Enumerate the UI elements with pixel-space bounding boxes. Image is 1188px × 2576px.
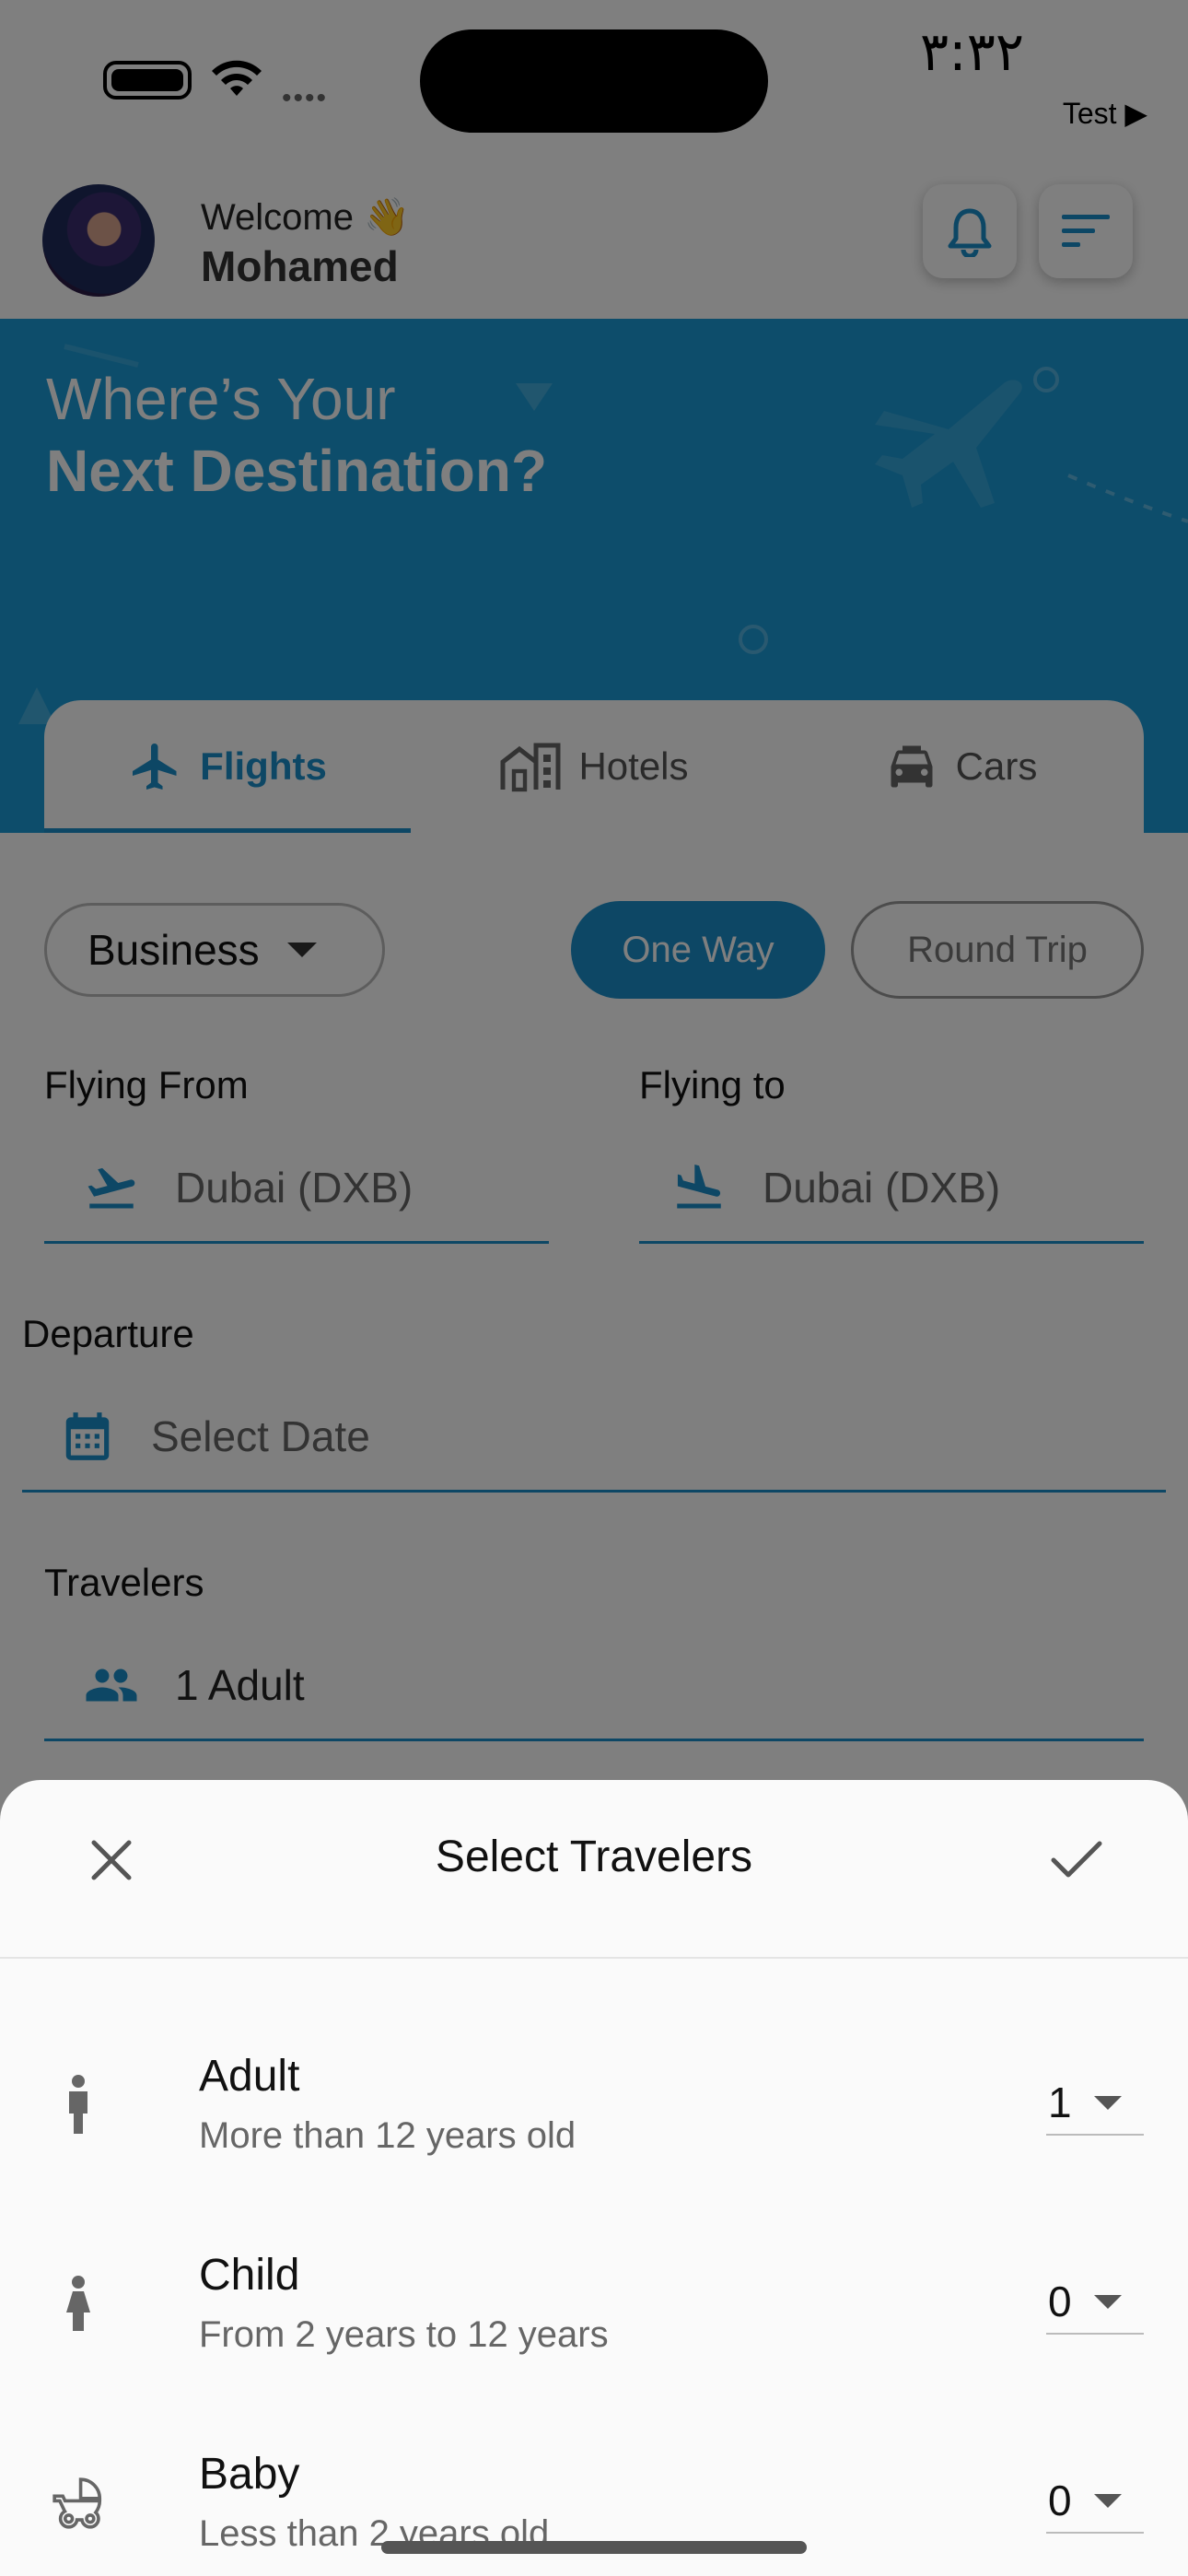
traveler-type-desc: More than 12 years old: [199, 2115, 577, 2156]
adult-icon: [46, 2064, 111, 2147]
child-icon: [46, 2263, 111, 2346]
check-icon: [1051, 1841, 1102, 1878]
traveler-type-name: Adult: [199, 2052, 300, 2101]
confirm-button[interactable]: [1042, 1826, 1111, 1894]
count-value: 1: [1048, 2078, 1072, 2126]
child-count-dropdown[interactable]: 0: [1046, 2270, 1144, 2335]
app-screen: •••• ٣:٣٢ Test ▶ Welcome 👋 Mohamed: [0, 0, 1188, 2576]
home-indicator[interactable]: [381, 2541, 807, 2554]
baby-count-dropdown[interactable]: 0: [1046, 2469, 1144, 2534]
traveler-type-name: Baby: [199, 2450, 300, 2499]
traveler-type-name: Child: [199, 2251, 300, 2300]
chevron-down-icon: [1093, 2294, 1122, 2309]
traveler-type-desc: From 2 years to 12 years: [199, 2314, 609, 2355]
select-travelers-sheet: Select Travelers Adult More than 12 year…: [0, 1780, 1188, 2576]
adult-count-dropdown[interactable]: 1: [1046, 2071, 1144, 2136]
chevron-down-icon: [1093, 2095, 1122, 2110]
count-value: 0: [1048, 2277, 1072, 2325]
count-value: 0: [1048, 2476, 1072, 2524]
sheet-header: Select Travelers: [0, 1780, 1188, 1959]
traveler-row-child: Child From 2 years to 12 years 0: [0, 2226, 1188, 2425]
traveler-row-adult: Adult More than 12 years old 1: [0, 2027, 1188, 2226]
stroller-icon: [46, 2462, 111, 2545]
sheet-title: Select Travelers: [435, 1832, 753, 1881]
chevron-down-icon: [1093, 2493, 1122, 2508]
